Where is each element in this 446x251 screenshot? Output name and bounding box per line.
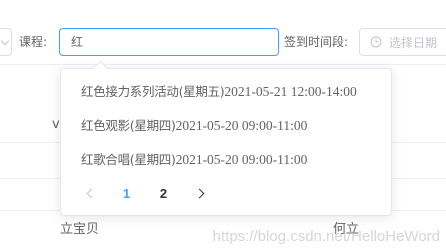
suggestion-name: 红色观影(星期四) bbox=[81, 118, 176, 133]
table-cell-partial: v bbox=[52, 117, 60, 132]
suggestion-item[interactable]: 红色接力系列活动(星期五)2021-05-21 12:00-14:00 bbox=[61, 75, 391, 109]
clock-icon bbox=[370, 36, 382, 48]
table-cell: 立宝贝 bbox=[60, 222, 100, 237]
date-picker[interactable]: 选择日期 bbox=[359, 28, 446, 56]
pagination: 1 2 bbox=[71, 180, 219, 206]
watermark: https://blog.csdn.net/HelloHeWord bbox=[212, 228, 440, 245]
table-divider bbox=[0, 64, 446, 65]
suggestion-name: 红色接力系列活动(星期五) bbox=[81, 84, 225, 99]
prev-page-button[interactable] bbox=[71, 180, 108, 206]
course-label: 课程: bbox=[19, 35, 48, 49]
chevron-left-icon bbox=[86, 188, 96, 198]
page-number-1[interactable]: 1 bbox=[108, 186, 145, 201]
suggestion-name: 红歌合唱(星期四) bbox=[81, 152, 176, 167]
suggestion-time: 2021-05-20 09:00-11:00 bbox=[175, 118, 308, 133]
suggestion-time: 2021-05-20 09:00-11:00 bbox=[175, 152, 308, 167]
suggestion-item[interactable]: 红歌合唱(星期四)2021-05-20 09:00-11:00 bbox=[61, 143, 391, 177]
suggestion-time: 2021-05-21 12:00-14:00 bbox=[224, 84, 357, 99]
next-page-button[interactable] bbox=[182, 180, 219, 206]
filter-bar: 课程: 红 签到时间段: 选择日期 bbox=[0, 0, 446, 64]
checkin-time-label: 签到时间段: bbox=[284, 35, 349, 49]
course-input[interactable]: 红 bbox=[59, 28, 279, 56]
page-number-2[interactable]: 2 bbox=[145, 186, 182, 201]
date-placeholder: 选择日期 bbox=[389, 35, 438, 50]
chevron-right-icon bbox=[194, 188, 204, 198]
autocomplete-dropdown: 红色接力系列活动(星期五)2021-05-21 12:00-14:00 红色观影… bbox=[60, 60, 392, 216]
chevron-down-icon bbox=[0, 36, 10, 45]
suggestion-item[interactable]: 红色观影(星期四)2021-05-20 09:00-11:00 bbox=[61, 109, 391, 143]
previous-select[interactable] bbox=[0, 28, 12, 56]
